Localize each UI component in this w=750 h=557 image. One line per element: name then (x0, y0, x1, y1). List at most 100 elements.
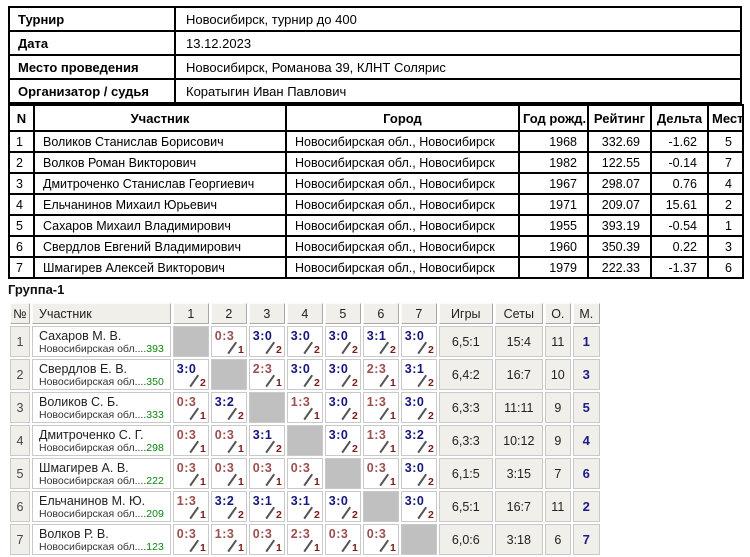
match-points: 1 (237, 476, 244, 488)
match-points: 2 (313, 377, 320, 389)
match-score: 3:1 (252, 428, 273, 442)
match-points: 1 (313, 476, 320, 488)
self-match-cell (362, 491, 399, 522)
match-score-cell: 2:3 1 (286, 524, 323, 555)
match-score-cell: 0:3 1 (172, 392, 209, 423)
participants-header-cell: Рейтинг (587, 104, 652, 132)
participant-rating: 122.55 (587, 151, 652, 174)
match-score: 3:2 (404, 428, 425, 442)
match-points: 2 (351, 410, 358, 422)
group-row-number: 3 (10, 392, 30, 423)
final-place: 5 (572, 392, 600, 423)
points-total: 6 (544, 524, 571, 555)
participant-place: 4 (707, 172, 744, 195)
participants-header-cell: Город (285, 104, 520, 132)
match-score-cell: 0:3 1 (248, 458, 285, 489)
match-score: 0:3 (366, 461, 387, 475)
group-row-number: 4 (10, 425, 30, 456)
match-score: 1:3 (176, 494, 197, 508)
participant-rating: 298.07 (587, 172, 652, 195)
match-score: 3:2 (214, 395, 235, 409)
match-score-cell: 0:3 1 (172, 425, 209, 456)
group-player-name: Ельчанинов М. Ю. (39, 494, 146, 508)
group-player-subline: Новосибирская обл.... 209 (39, 508, 166, 520)
participant-city: Новосибирская обл., Новосибирск (285, 151, 520, 174)
group-player-region: Новосибирская обл.... (39, 376, 147, 388)
group-player-region: Новосибирская обл.... (39, 442, 147, 454)
match-score: 0:3 (176, 527, 197, 541)
match-score: 0:3 (214, 329, 235, 343)
group-header-cell: 4 (286, 303, 323, 324)
participant-city: Новосибирская обл., Новосибирск (285, 256, 520, 279)
group-player-cell: Свердлов Е. В. Новосибирская обл.... 350 (32, 359, 171, 390)
participants-header-cell: N (8, 104, 35, 132)
games-summary: 6,4:2 (438, 359, 493, 390)
self-match-cell (210, 359, 247, 390)
match-score-cell: 3:0 2 (248, 326, 285, 357)
participant-number: 4 (8, 193, 35, 216)
group-player-cell: Сахаров М. В. Новосибирская обл.... 393 (32, 326, 171, 357)
participant-birth-year: 1979 (518, 256, 589, 279)
group-header-cell: Участник (32, 303, 171, 324)
match-score: 1:3 (214, 527, 235, 541)
match-score: 2:3 (252, 362, 273, 376)
participant-delta: -0.14 (650, 151, 709, 174)
participant-delta: -1.37 (650, 256, 709, 279)
participant-rating: 393.19 (587, 214, 652, 237)
participants-header-cell: Место (707, 104, 744, 132)
match-score-cell: 3:0 2 (286, 359, 323, 390)
match-score-cell: 3:1 2 (400, 359, 437, 390)
match-score-cell: 3:0 2 (400, 458, 437, 489)
participant-row: 6 Свердлов Евгений Владимирович Новосибирс… (8, 235, 744, 258)
group-row-number: 6 (10, 491, 30, 522)
match-score-cell: 3:2 2 (210, 392, 247, 423)
info-value: Новосибирск, турнир до 400 (174, 6, 742, 32)
match-score: 1:3 (366, 395, 387, 409)
match-score-cell: 0:3 1 (210, 425, 247, 456)
match-score: 3:0 (404, 461, 425, 475)
sets-summary: 3:18 (494, 524, 543, 555)
match-score-cell: 3:0 2 (172, 359, 209, 390)
group-player-region: Новосибирская обл.... (39, 409, 147, 421)
match-score: 3:0 (328, 395, 349, 409)
points-total: 11 (544, 326, 571, 357)
info-label: Турнир (8, 6, 176, 32)
group-header-cell: 1 (172, 303, 209, 324)
match-points: 1 (199, 443, 206, 455)
info-label: Организатор / судья (8, 78, 176, 104)
group-header-cell: № (10, 303, 30, 324)
group-row-number: 7 (10, 524, 30, 555)
participant-row: 4 Ельчанинов Михаил Юрьевич Новосибирская … (8, 193, 744, 216)
group-header-row: № Участник 1 2 3 4 5 6 7 Игры Сеты О. М. (10, 303, 600, 324)
info-value: 13.12.2023 (174, 30, 742, 56)
match-score-cell: 0:3 1 (210, 326, 247, 357)
match-points: 1 (199, 476, 206, 488)
participants-header-cell: Участник (33, 104, 287, 132)
group-player-subline: Новосибирская обл.... 350 (39, 376, 166, 388)
participant-name: Шмагирев Алексей Викторович (33, 256, 287, 279)
match-points: 1 (389, 410, 396, 422)
participant-place: 7 (707, 151, 744, 174)
participant-number: 7 (8, 256, 35, 279)
group-row: 1 Сахаров М. В. Новосибирская обл.... 393 0:… (10, 326, 600, 357)
match-points: 1 (389, 377, 396, 389)
sets-summary: 10:12 (494, 425, 543, 456)
info-label: Место проведения (8, 54, 176, 80)
match-score-cell: 3:0 2 (324, 425, 361, 456)
participant-city: Новосибирская обл., Новосибирск (285, 214, 520, 237)
match-score: 0:3 (252, 527, 273, 541)
sets-summary: 11:11 (494, 392, 543, 423)
match-score: 3:1 (252, 494, 273, 508)
points-total: 9 (544, 392, 571, 423)
group-player-cell: Шмагирев А. В. Новосибирская обл.... 222 (32, 458, 171, 489)
group-player-cell: Дмитроченко С. Г. Новосибирская обл.... 29… (32, 425, 171, 456)
participant-row: 3 Дмитроченко Станислав Георгиевич Новосиб… (8, 172, 744, 195)
group-header-cell: 6 (362, 303, 399, 324)
participant-place: 3 (707, 235, 744, 258)
participant-place: 5 (707, 130, 744, 153)
group-player-rating: 333 (146, 409, 164, 421)
info-value: Новосибирск, Романова 39, КЛНТ Солярис (174, 54, 742, 80)
match-points: 2 (275, 509, 282, 521)
games-summary: 6,5:1 (438, 326, 493, 357)
match-points: 1 (389, 476, 396, 488)
